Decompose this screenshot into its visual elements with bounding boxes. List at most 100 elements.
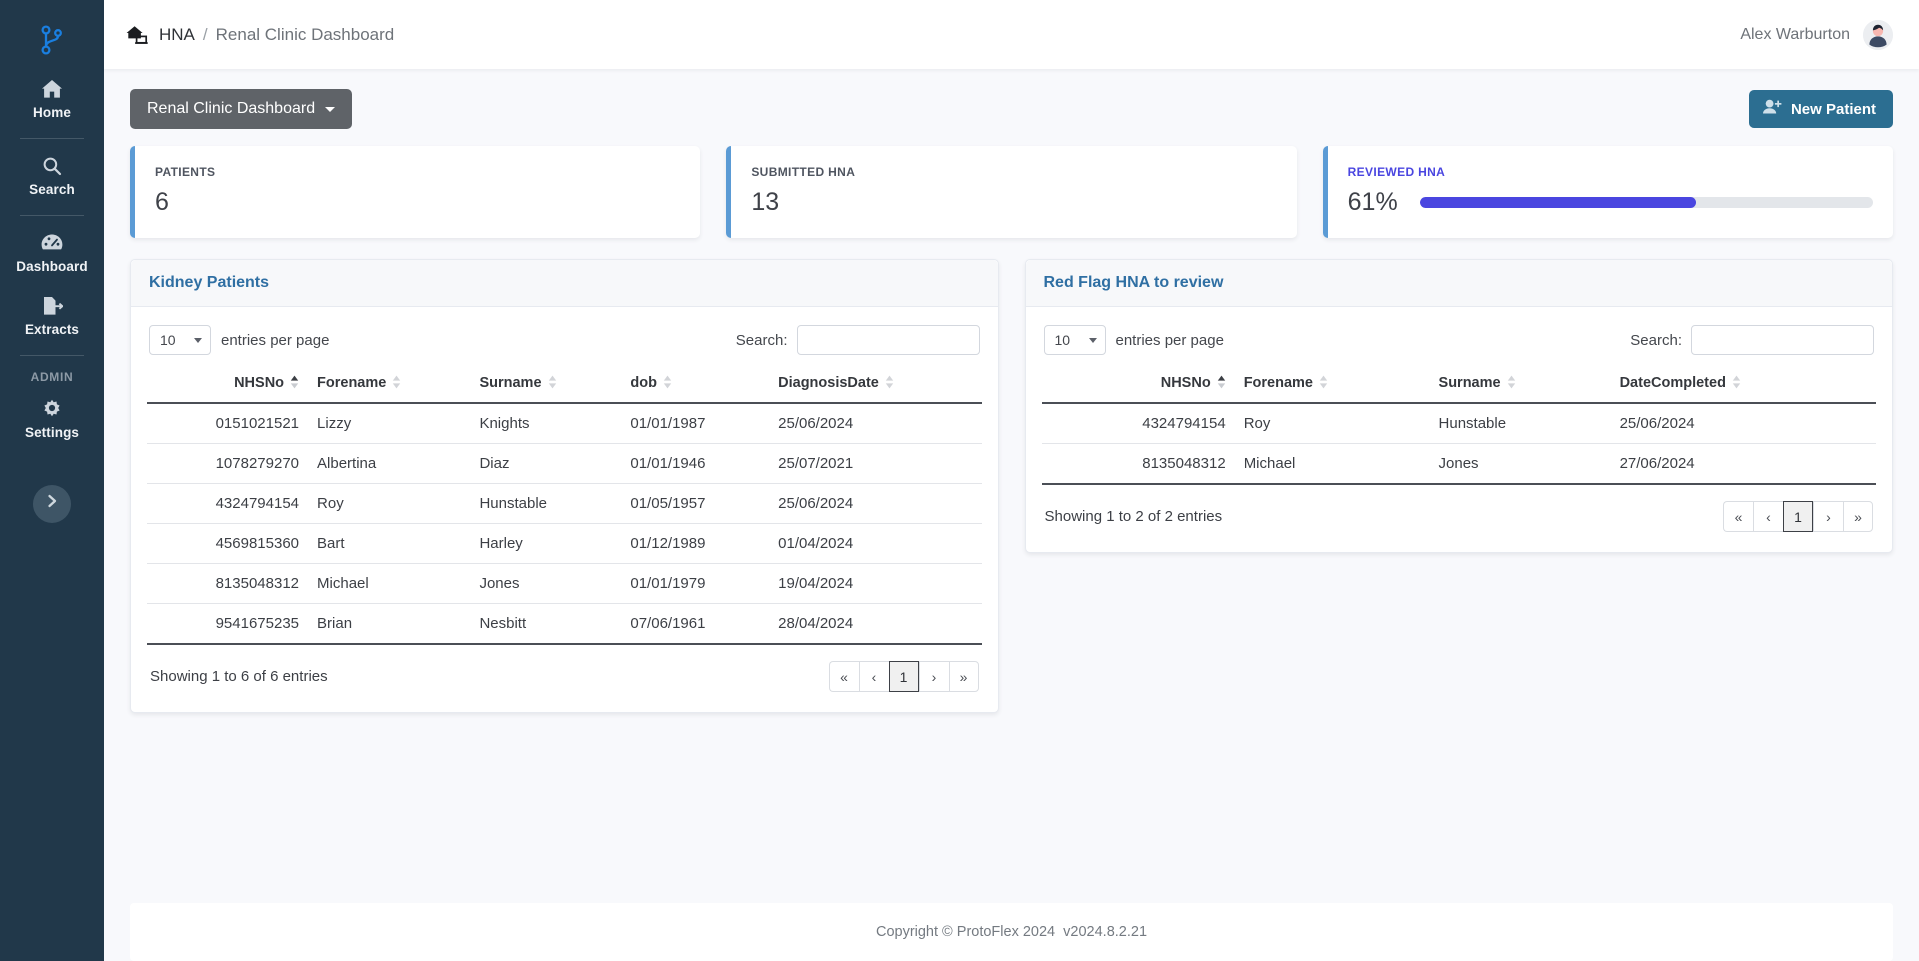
column-header-datecompleted[interactable]: DateCompleted: [1610, 369, 1876, 404]
table-footer: Showing 1 to 2 of 2 entries «‹ 1 ›»: [1042, 485, 1877, 536]
table-row[interactable]: 0151021521 Lizzy Knights 01/01/1987 25/06/20…: [147, 403, 982, 444]
cell-diagnosisdate: 25/06/2024: [769, 403, 982, 444]
sidebar-item-label: Search: [29, 182, 75, 197]
breadcrumb-root[interactable]: HNA: [159, 25, 195, 45]
sort-arrows-icon: [1319, 375, 1328, 389]
search-input[interactable]: [796, 325, 980, 355]
column-header-forename[interactable]: Forename: [1234, 369, 1430, 404]
app-root: Home Search Dashboard Extracts ADMIN Set…: [0, 0, 1919, 961]
sort-arrows-icon: [1217, 375, 1226, 389]
column-header-nhsno[interactable]: NHSNo: [1041, 369, 1235, 404]
column-header-label: NHSNo: [234, 375, 285, 391]
avatar[interactable]: [1863, 19, 1893, 50]
sidebar-item-label: Extracts: [24, 322, 80, 337]
cell-forename: Albertina: [308, 443, 471, 484]
sort-arrows-icon: [1507, 375, 1516, 389]
dashboard-select-dropdown[interactable]: Renal Clinic Dashboard: [130, 89, 353, 129]
page-button[interactable]: ›: [1813, 501, 1843, 532]
code-branch-icon: [39, 24, 65, 59]
column-header-surname[interactable]: Surname: [1429, 369, 1611, 404]
cell-surname: Hunstable: [1429, 403, 1611, 444]
gear-icon: [2, 399, 102, 421]
user-menu[interactable]: Alex Warburton: [1740, 19, 1893, 50]
cell-dob: 01/01/1987: [621, 403, 770, 444]
column-header-surname[interactable]: Surname: [470, 369, 622, 404]
footer-copyright: Copyright © ProtoFlex 2024: [875, 924, 1056, 940]
cell-nhsno: 4324794154: [1041, 403, 1235, 444]
table-row[interactable]: 8135048312 Michael Jones 27/06/2024: [1041, 443, 1876, 485]
home-laptop-icon[interactable]: [126, 25, 150, 45]
column-header-label: Forename: [1243, 375, 1313, 391]
cell-forename: Roy: [308, 483, 471, 524]
page-length-select[interactable]: 102550100: [1043, 325, 1106, 355]
cell-forename: Michael: [1234, 443, 1430, 485]
page-button[interactable]: «: [1723, 501, 1753, 532]
table-row[interactable]: 4324794154 Roy Hunstable 25/06/2024: [1041, 403, 1876, 444]
column-header-label: NHSNo: [1160, 375, 1211, 391]
user-plus-icon: [1762, 99, 1782, 119]
breadcrumb: HNA / Renal Clinic Dashboard: [126, 25, 394, 45]
page-button[interactable]: ‹: [858, 661, 889, 692]
table-head: NHSNo Forename Surname DateCompleted: [1041, 369, 1876, 404]
table-row[interactable]: 1078279270 Albertina Diaz 01/01/1946 25/07/2…: [147, 443, 982, 484]
sidebar-item-label: Home: [33, 105, 71, 120]
sidebar-item-extracts[interactable]: Extracts: [0, 285, 104, 348]
page-length-select[interactable]: 102550100: [149, 325, 211, 355]
column-header-diagnosisdate[interactable]: DiagnosisDate: [769, 369, 982, 404]
column-header-label: DiagnosisDate: [778, 375, 879, 391]
brand-logo[interactable]: [0, 14, 104, 68]
cell-surname: Jones: [470, 563, 622, 604]
cell-dob: 01/01/1979: [621, 563, 770, 604]
content-area: Renal Clinic Dashboard New Patient PATIE…: [104, 69, 1919, 879]
red-flag-hna-table: NHSNo Forename Surname DateCompleted 432479…: [1041, 369, 1876, 485]
cell-diagnosisdate: 01/04/2024: [769, 523, 982, 564]
cell-forename: Bart: [308, 523, 471, 564]
topbar: HNA / Renal Clinic Dashboard Alex Warbur…: [104, 0, 1919, 69]
page-button[interactable]: ‹: [1753, 501, 1783, 532]
stat-card-row: PATIENTS 6 SUBMITTED HNA 13 REVIEWED HNA…: [130, 146, 1893, 238]
cell-diagnosisdate: 28/04/2024: [769, 603, 982, 645]
page-button[interactable]: »: [948, 661, 979, 692]
main-region: HNA / Renal Clinic Dashboard Alex Warbur…: [104, 0, 1919, 961]
sidebar-divider: [20, 355, 84, 356]
table-controls: 102550100 entries per page Search:: [147, 325, 982, 355]
column-header-forename[interactable]: Forename: [308, 369, 471, 404]
cell-forename: Brian: [308, 603, 471, 645]
sidebar-toggle-button[interactable]: [33, 485, 71, 523]
panel-header: Red Flag HNA to review: [1025, 260, 1892, 307]
column-header-label: DateCompleted: [1619, 375, 1726, 391]
panel-body: 102550100 entries per page Search:: [131, 307, 998, 712]
table-info: Showing 1 to 6 of 6 entries: [150, 668, 328, 685]
column-header-dob[interactable]: dob: [621, 369, 770, 404]
page-button[interactable]: »: [1843, 501, 1873, 532]
progress-bar-track: [1419, 197, 1873, 208]
stat-card-submitted-hna: SUBMITTED HNA 13: [726, 146, 1297, 238]
page-length-group: 102550100 entries per page: [1043, 325, 1224, 355]
new-patient-button[interactable]: New Patient: [1748, 90, 1893, 128]
table-row[interactable]: 8135048312 Michael Jones 01/01/1979 19/04/20…: [147, 563, 982, 604]
page-button[interactable]: «: [828, 661, 859, 692]
page-button[interactable]: 1: [888, 661, 919, 692]
sidebar-item-dashboard[interactable]: Dashboard: [0, 222, 104, 285]
cell-surname: Knights: [470, 403, 622, 444]
stat-value: 6: [155, 188, 169, 216]
stat-label: PATIENTS: [155, 165, 216, 179]
page-length-select-wrap: 102550100: [1043, 325, 1106, 355]
panel-kidney-patients: Kidney Patients 102550100 entries per pa…: [130, 259, 999, 713]
table-row[interactable]: 9541675235 Brian Nesbitt 07/06/1961 28/04/20…: [147, 603, 982, 645]
page-button[interactable]: ›: [918, 661, 949, 692]
search-group: Search:: [1630, 325, 1874, 355]
progress-bar-fill: [1419, 197, 1697, 208]
search-input[interactable]: [1691, 325, 1874, 355]
sidebar-item-settings[interactable]: Settings: [0, 388, 104, 451]
page-actions: Renal Clinic Dashboard New Patient: [130, 89, 1893, 129]
table-row[interactable]: 4569815360 Bart Harley 01/12/1989 01/04/2024: [147, 523, 982, 564]
sidebar-item-home[interactable]: Home: [0, 68, 104, 131]
sidebar-item-search[interactable]: Search: [0, 145, 104, 208]
table-row[interactable]: 4324794154 Roy Hunstable 01/05/1957 25/06/20…: [147, 483, 982, 524]
sort-arrows-icon: [1732, 375, 1741, 389]
stat-label: SUBMITTED HNA: [751, 165, 856, 179]
sidebar-divider: [20, 215, 84, 216]
column-header-nhsno[interactable]: NHSNo: [147, 369, 309, 404]
page-button[interactable]: 1: [1783, 501, 1813, 532]
